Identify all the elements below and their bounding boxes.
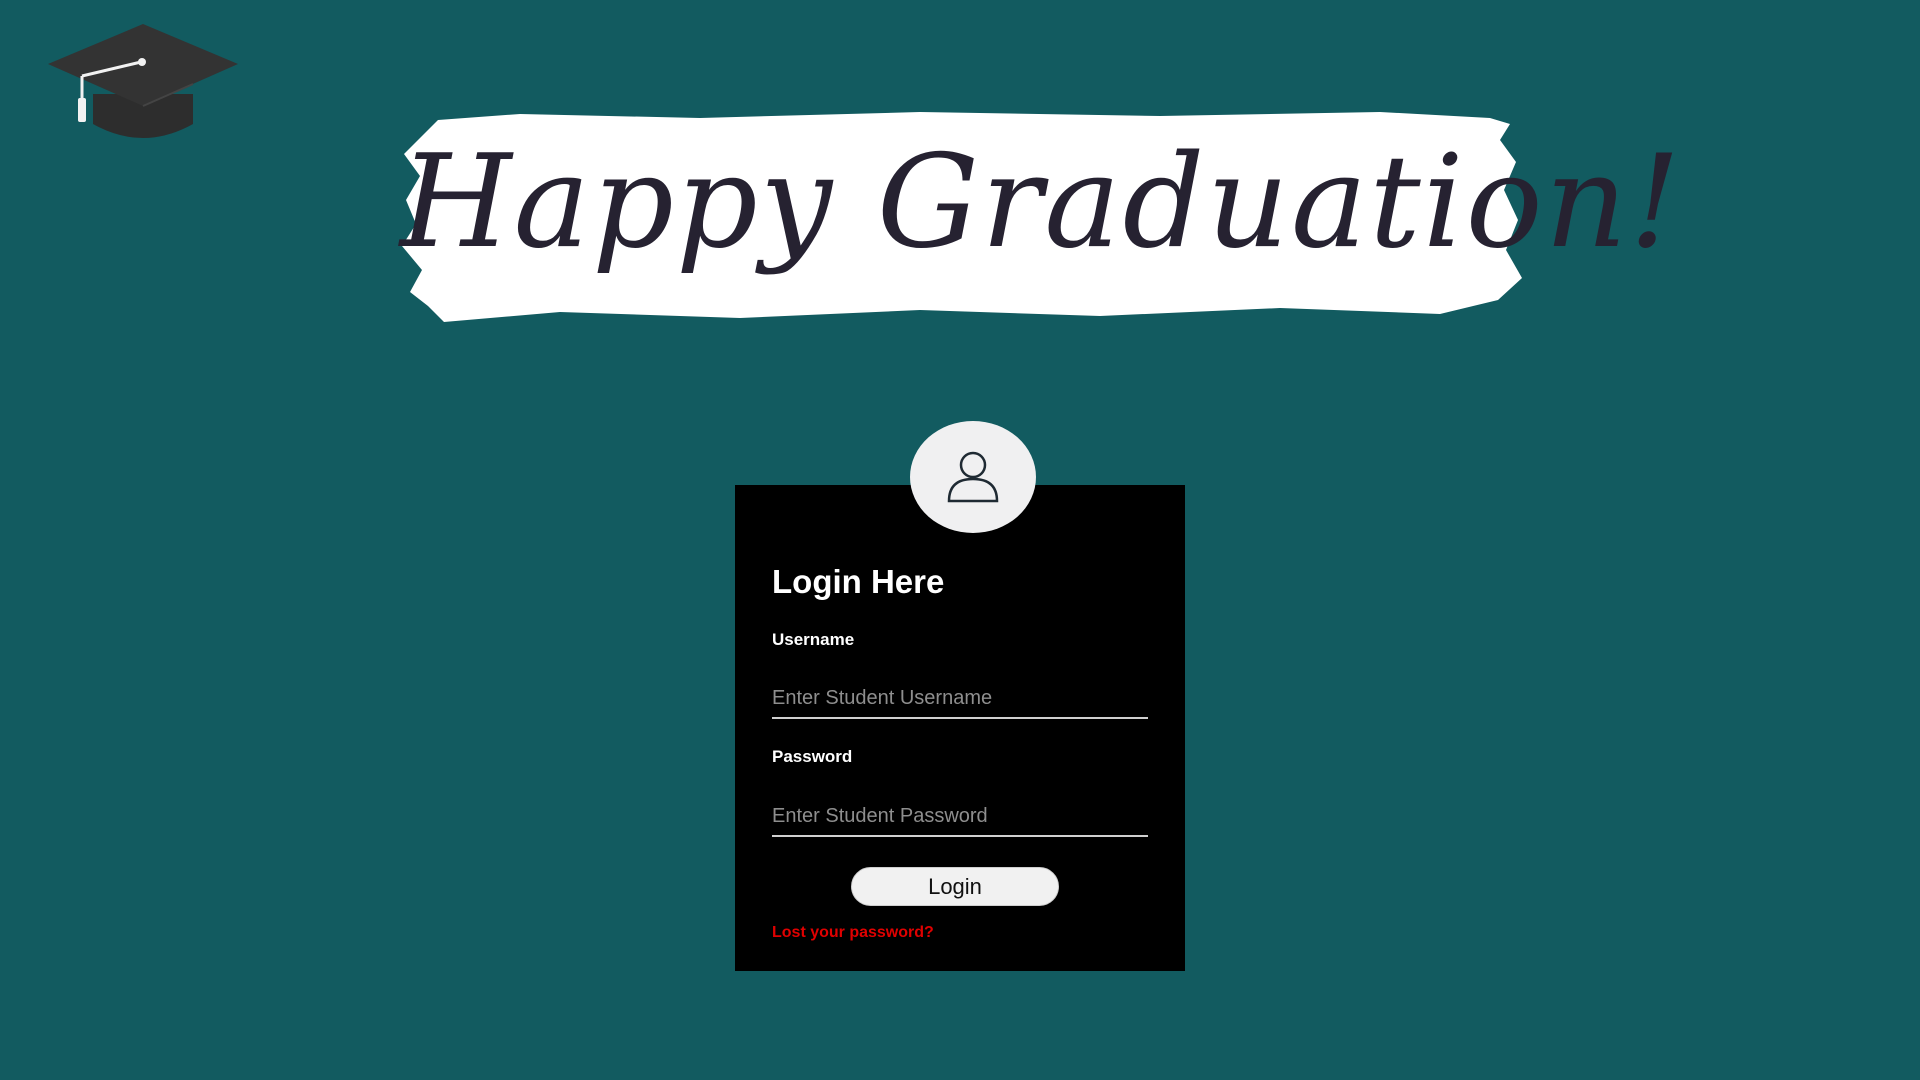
username-input[interactable] xyxy=(772,679,1148,719)
lost-password-link[interactable]: Lost your password? xyxy=(772,924,934,942)
login-card: Login Here Username Password Login Lost … xyxy=(735,485,1185,971)
login-title: Login Here xyxy=(772,563,945,600)
username-label: Username xyxy=(772,630,855,649)
banner: Happy Graduation! xyxy=(400,110,1683,325)
password-label: Password xyxy=(772,747,853,766)
user-icon xyxy=(947,451,999,503)
login-button[interactable]: Login xyxy=(851,867,1059,906)
page: Happy Graduation! Login Here Username Pa… xyxy=(0,0,1920,1080)
avatar xyxy=(910,421,1036,533)
graduation-cap-icon xyxy=(48,24,238,140)
banner-title: Happy Graduation! xyxy=(400,128,1683,277)
password-input[interactable] xyxy=(772,797,1148,837)
